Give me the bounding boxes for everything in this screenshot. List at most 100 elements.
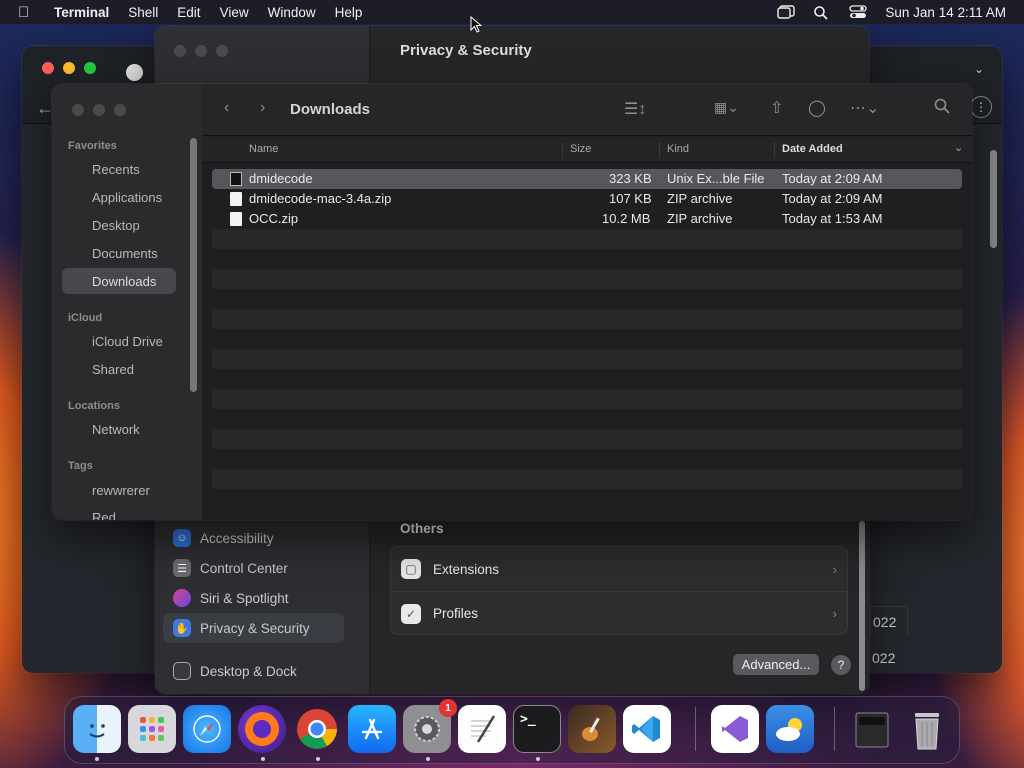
system-settings-app-icon[interactable]: 1: [403, 699, 457, 753]
sidebar-item-desktop-dock[interactable]: Desktop & Dock: [163, 656, 344, 686]
file-row[interactable]: dmidecode 323 KB Unix Ex...ble File Toda…: [212, 169, 962, 189]
extensions-icon: ▢: [401, 559, 421, 579]
apple-menu-icon[interactable]: : [18, 4, 40, 21]
zoom-button[interactable]: [84, 62, 96, 74]
sidebar-item-siri-spotlight[interactable]: Siri & Spotlight: [163, 583, 344, 613]
sidebar-item-recents[interactable]: Recents: [62, 156, 176, 182]
icloud-section-title: iCloud: [68, 312, 103, 324]
close-button[interactable]: [42, 62, 54, 74]
background-window-scrollbar[interactable]: [990, 150, 997, 248]
profiles-row[interactable]: ✓ Profiles ›: [391, 591, 847, 635]
chevron-right-icon: ›: [832, 606, 837, 621]
file-row[interactable]: dmidecode-mac-3.4a.zip 107 KB ZIP archiv…: [212, 189, 962, 209]
weather-app-icon[interactable]: [766, 705, 814, 753]
menu-bar-clock[interactable]: Sun Jan 14 2:11 AM: [885, 5, 1006, 20]
sidebar-item-tag-red[interactable]: Red: [62, 504, 176, 521]
file-list: dmidecode 323 KB Unix Ex...ble File Toda…: [212, 169, 962, 509]
launchpad-app-icon[interactable]: [128, 705, 176, 753]
stage-manager-icon[interactable]: [777, 5, 796, 19]
desktop-dock-icon: [173, 662, 191, 680]
sidebar-item-accessibility[interactable]: ☺ Accessibility: [163, 523, 344, 553]
sidebar-item-tag-1[interactable]: rewwrerer: [62, 477, 176, 503]
minimize-button[interactable]: [93, 104, 105, 116]
menu-view[interactable]: View: [220, 5, 249, 20]
control-center-icon[interactable]: [849, 5, 868, 19]
sidebar-item-control-center[interactable]: ☰ Control Center: [163, 553, 344, 583]
search-icon[interactable]: [934, 98, 950, 119]
minimize-button[interactable]: [63, 62, 75, 74]
document-icon: [230, 212, 242, 226]
chevron-down-icon[interactable]: ⌄: [974, 62, 984, 76]
menu-app-name[interactable]: Terminal: [54, 5, 109, 20]
column-date-added[interactable]: Date Added: [782, 143, 843, 155]
safari-app-icon[interactable]: [183, 705, 231, 753]
file-row[interactable]: OCC.zip 10.2 MB ZIP archive Today at 1:5…: [212, 209, 962, 229]
running-indicator: [316, 757, 320, 761]
firefox-app-icon[interactable]: [238, 705, 286, 753]
zoom-button[interactable]: [114, 104, 126, 116]
more-actions-icon[interactable]: ⋯⌄: [850, 98, 879, 118]
extensions-row[interactable]: ▢ Extensions ›: [391, 547, 847, 591]
vscode-app-icon[interactable]: [623, 705, 671, 753]
empty-row: [212, 369, 962, 389]
profiles-label: Profiles: [433, 606, 479, 621]
file-size: 107 KB: [609, 191, 652, 206]
dock-separator: [695, 707, 696, 751]
menu-help[interactable]: Help: [335, 5, 363, 20]
file-name: OCC.zip: [249, 211, 299, 226]
empty-row: [212, 329, 962, 349]
settings-scrollbar[interactable]: [859, 521, 865, 691]
sidebar-item-label: Privacy & Security: [200, 620, 310, 636]
year-cell-1: 022: [870, 606, 908, 636]
terminal-app-icon[interactable]: >_: [513, 705, 561, 753]
sidebar-item-applications[interactable]: Applications: [62, 184, 176, 210]
tags-section-title: Tags: [68, 460, 93, 472]
sidebar-item-network[interactable]: Network: [62, 416, 176, 442]
minimize-button[interactable]: [195, 45, 207, 57]
sidebar-item-icloud-drive[interactable]: iCloud Drive: [62, 328, 176, 354]
close-button[interactable]: [72, 104, 84, 116]
overflow-menu-icon[interactable]: ⋮: [970, 96, 992, 118]
list-view-icon[interactable]: ☰↕: [624, 99, 646, 119]
menu-window[interactable]: Window: [268, 5, 316, 20]
file-size: 323 KB: [609, 171, 652, 186]
textedit-app-icon[interactable]: [458, 705, 506, 753]
chevron-right-icon: ›: [832, 561, 837, 577]
sidebar-item-downloads[interactable]: Downloads: [62, 268, 176, 294]
sort-chevron-icon[interactable]: ⌄: [954, 141, 963, 154]
file-name: dmidecode-mac-3.4a.zip: [249, 191, 392, 206]
garageband-app-icon[interactable]: [568, 705, 616, 753]
trash-icon[interactable]: [903, 705, 951, 753]
visual-studio-app-icon[interactable]: [711, 705, 759, 753]
column-kind[interactable]: Kind: [667, 143, 689, 155]
spotlight-search-icon[interactable]: [813, 5, 831, 20]
zoom-button[interactable]: [216, 45, 228, 57]
chrome-app-icon[interactable]: [293, 705, 341, 753]
file-kind: Unix Ex...ble File: [667, 171, 765, 186]
finder-sidebar-scrollbar[interactable]: [190, 138, 197, 392]
checkmark-shield-icon: ✓: [401, 603, 421, 624]
sidebar-item-desktop[interactable]: Desktop: [62, 212, 176, 238]
sidebar-item-shared[interactable]: Shared: [62, 356, 176, 382]
finder-app-icon[interactable]: [73, 705, 121, 753]
close-button[interactable]: [174, 45, 186, 57]
forward-chevron-icon[interactable]: ›: [260, 99, 265, 117]
downloads-stack-icon[interactable]: [848, 705, 896, 753]
sidebar-item-privacy-security[interactable]: ✋ Privacy & Security: [163, 613, 344, 643]
app-store-icon[interactable]: [348, 705, 396, 753]
accessibility-icon: ☺: [173, 529, 191, 547]
column-size[interactable]: Size: [570, 143, 591, 155]
menu-shell[interactable]: Shell: [128, 5, 158, 20]
back-chevron-icon[interactable]: ‹: [224, 99, 229, 117]
group-by-icon[interactable]: ▦⌄: [714, 99, 739, 116]
sidebar-item-documents[interactable]: Documents: [62, 240, 176, 266]
column-name[interactable]: Name: [249, 143, 278, 155]
advanced-button[interactable]: Advanced...: [733, 654, 819, 675]
running-indicator: [261, 757, 265, 761]
finder-sidebar: Favorites Recents Applications Desktop D…: [52, 84, 202, 520]
tag-icon[interactable]: ◯: [808, 98, 826, 118]
hand-raised-icon: ✋: [173, 619, 191, 637]
share-icon[interactable]: ⇧: [770, 98, 783, 118]
help-button[interactable]: ?: [831, 655, 851, 675]
menu-edit[interactable]: Edit: [177, 5, 200, 20]
